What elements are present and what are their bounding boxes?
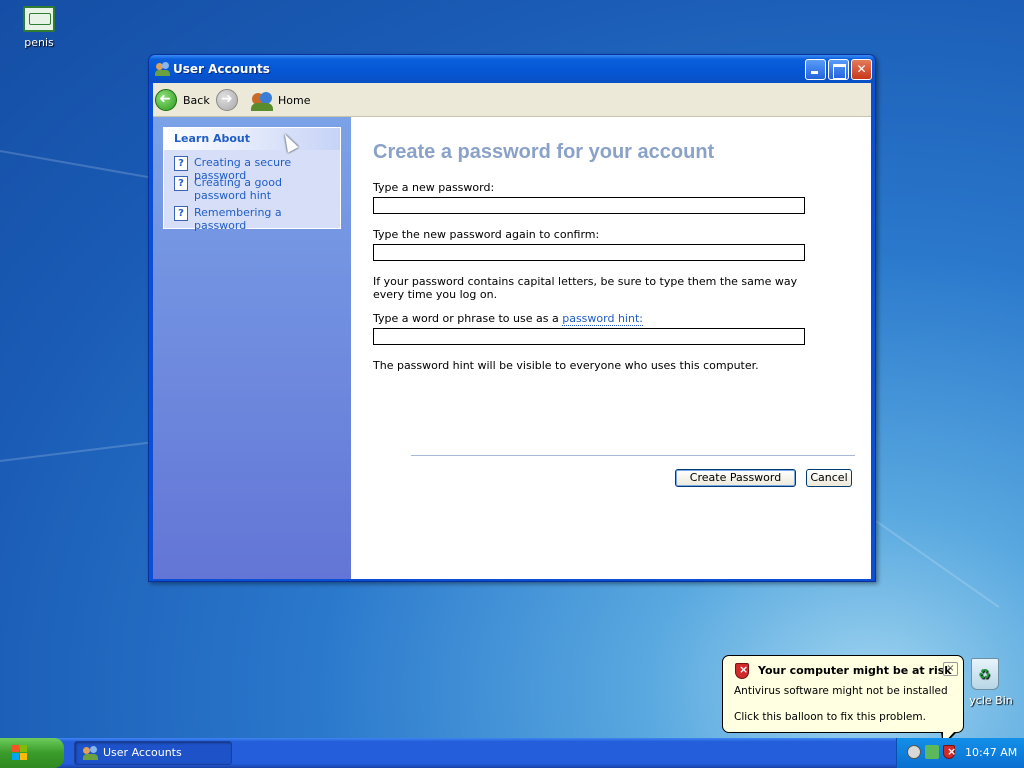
confirm-password-field[interactable] [373,244,805,261]
window-titlebar[interactable]: User Accounts ✕ [149,55,875,83]
system-tray: 10:47 AM [896,738,1024,768]
certificate-icon [23,6,55,32]
recycle-bin-label: ycle Bin [969,694,1013,707]
clock[interactable]: 10:47 AM [965,746,1017,759]
start-button[interactable] [0,738,64,768]
hint-visibility-note: The password hint will be visible to eve… [373,359,759,372]
new-password-field[interactable] [373,197,805,214]
learn-link-password-hint[interactable]: ? Creating a good password hint [174,176,334,202]
balloon-action-text: Click this balloon to fix this problem. [734,711,926,723]
maximize-button[interactable] [828,59,849,80]
security-alert-balloon[interactable]: Your computer might be at risk × Antivir… [722,655,964,746]
button-separator [411,455,855,456]
user-accounts-icon [83,746,99,760]
close-button[interactable]: ✕ [851,59,872,80]
capital-letters-note: If your password contains capital letter… [373,275,798,301]
forward-arrow-icon [216,89,238,111]
speaker-icon[interactable] [907,745,921,759]
balloon-message: Antivirus software might not be installe… [734,685,948,697]
taskbar-item-label: User Accounts [103,746,182,759]
windows-logo-icon [12,745,28,761]
window-title: User Accounts [173,62,270,76]
confirm-password-label: Type the new password again to confirm: [373,228,600,241]
balloon-close-button[interactable]: × [943,662,958,676]
learn-about-panel: Learn About ? Creating a secure password… [163,127,341,232]
forward-button[interactable] [216,88,244,112]
desktop-icon-penis[interactable]: penis [4,6,74,49]
back-button[interactable]: Back [155,88,210,112]
taskbar: User Accounts 10:47 AM [0,738,1024,768]
help-icon: ? [174,206,188,221]
back-arrow-icon [155,89,177,111]
learn-link-label: Remembering a password [194,206,282,232]
password-hint-prefix: Type a word or phrase to use as a [373,312,563,325]
minimize-button[interactable] [805,59,826,80]
learn-link-remembering-password[interactable]: ? Remembering a password [174,206,334,232]
security-center-icon[interactable] [943,745,956,759]
help-icon: ? [174,156,188,171]
password-hint-label: Type a word or phrase to use as a passwo… [373,312,643,326]
desktop-icon-label: penis [24,36,54,49]
back-label: Back [183,93,210,107]
new-password-label: Type a new password: [373,181,495,194]
navigation-toolbar: Back Home [153,83,871,117]
recycle-bin-icon: ♻ [971,658,999,690]
network-icon[interactable] [925,745,939,759]
password-hint-link[interactable]: password hint: [562,312,643,326]
recycle-bin[interactable]: ♻ ycle Bin [955,658,1015,707]
learn-link-label: Creating a good password hint [194,176,282,202]
learn-about-heading: Learn About [164,128,340,150]
home-label: Home [278,93,311,107]
balloon-title: Your computer might be at risk [758,664,952,677]
home-users-icon [251,89,273,111]
task-pane: Learn About ? Creating a secure password… [153,117,351,579]
desktop-streak [0,150,158,180]
taskbar-item-user-accounts[interactable]: User Accounts [74,741,232,765]
desktop-streak [875,520,1000,608]
security-shield-icon [735,663,749,679]
user-accounts-icon [155,61,171,77]
create-password-button[interactable]: Create Password [675,469,796,487]
password-hint-field[interactable] [373,328,805,345]
window-content: Learn About ? Creating a secure password… [153,117,871,579]
cancel-button[interactable]: Cancel [806,469,852,487]
page-heading: Create a password for your account [373,141,715,163]
desktop-streak [0,440,159,462]
help-icon: ? [174,176,188,191]
user-accounts-window: User Accounts ✕ Back Home Learn About ? … [148,54,876,582]
home-button[interactable]: Home [251,88,310,112]
